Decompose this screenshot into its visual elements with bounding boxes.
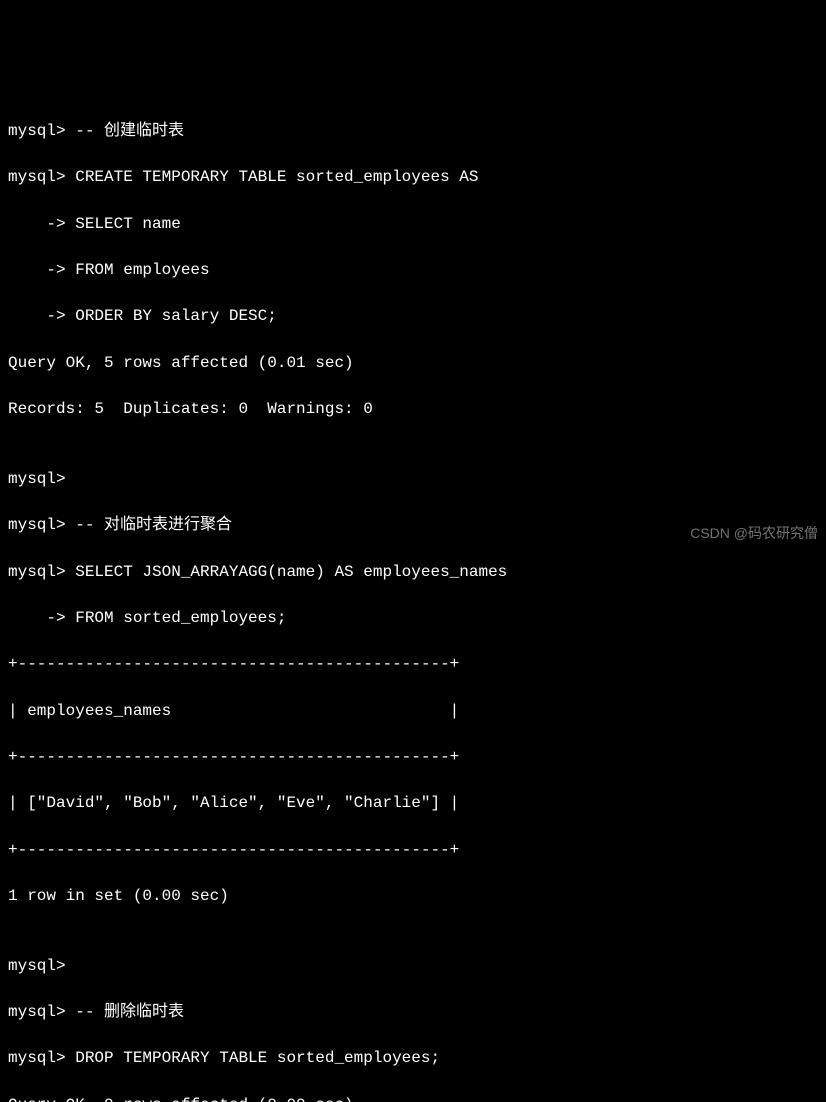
terminal-line: mysql> -- 创建临时表 — [8, 120, 818, 143]
terminal-line: mysql> CREATE TEMPORARY TABLE sorted_emp… — [8, 166, 818, 189]
terminal-line: 1 row in set (0.00 sec) — [8, 885, 818, 908]
terminal-line: Records: 5 Duplicates: 0 Warnings: 0 — [8, 398, 818, 421]
terminal-line: Query OK, 5 rows affected (0.01 sec) — [8, 352, 818, 375]
terminal-line: mysql> — [8, 955, 818, 978]
terminal-line: +---------------------------------------… — [8, 746, 818, 769]
terminal-line: -> ORDER BY salary DESC; — [8, 305, 818, 328]
terminal-line: mysql> DROP TEMPORARY TABLE sorted_emplo… — [8, 1047, 818, 1070]
terminal-line: -> FROM employees — [8, 259, 818, 282]
terminal-line: Query OK, 0 rows affected (0.00 sec) — [8, 1094, 818, 1102]
terminal-line: | ["David", "Bob", "Alice", "Eve", "Char… — [8, 792, 818, 815]
watermark-text: CSDN @码农研究僧 — [690, 523, 818, 543]
terminal-line: mysql> -- 删除临时表 — [8, 1001, 818, 1024]
terminal-output: mysql> -- 创建临时表 mysql> CREATE TEMPORARY … — [8, 97, 818, 1102]
terminal-line: -> FROM sorted_employees; — [8, 607, 818, 630]
terminal-line: mysql> — [8, 468, 818, 491]
terminal-line: +---------------------------------------… — [8, 839, 818, 862]
terminal-line: | employees_names | — [8, 700, 818, 723]
terminal-line: -> SELECT name — [8, 213, 818, 236]
terminal-line: mysql> SELECT JSON_ARRAYAGG(name) AS emp… — [8, 561, 818, 584]
terminal-line: +---------------------------------------… — [8, 653, 818, 676]
